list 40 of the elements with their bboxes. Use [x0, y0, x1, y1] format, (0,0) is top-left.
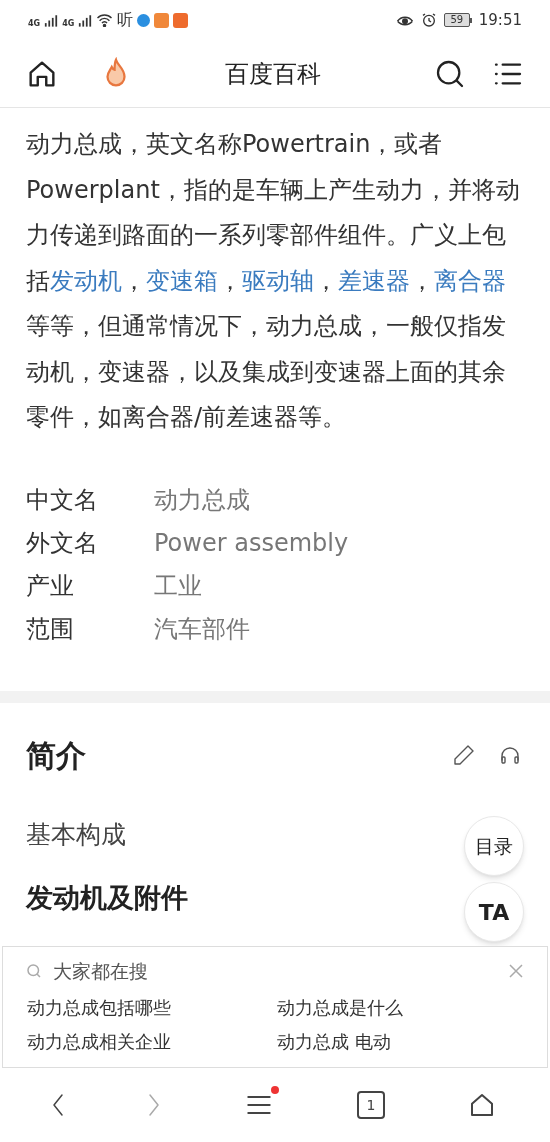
info-value: 汽车部件 — [154, 614, 250, 645]
alarm-icon — [420, 12, 437, 28]
info-label: 中文名 — [26, 485, 99, 516]
floating-button[interactable]: TA — [464, 882, 524, 942]
signal-icon — [44, 13, 59, 27]
search-suggestion[interactable]: 动力总成是什么 — [275, 991, 525, 1025]
outline-item[interactable]: 基本构成 — [26, 815, 126, 853]
section-title: 简介 — [26, 736, 86, 775]
info-label: 外文名 — [26, 528, 99, 559]
app-icon — [154, 12, 170, 28]
search-suggestion[interactable]: 动力总成相关企业 — [25, 1025, 275, 1059]
info-value: Power assembly — [154, 528, 349, 559]
panel-title: 大家都在搜 — [53, 958, 148, 984]
floating-button[interactable]: 目录 — [464, 816, 524, 876]
link[interactable]: 差速器 — [338, 266, 410, 295]
status-text: 听 — [117, 12, 134, 28]
link[interactable]: 变速箱 — [146, 266, 218, 295]
link[interactable]: 发动机 — [50, 266, 122, 295]
link[interactable]: 驱动轴 — [242, 266, 314, 295]
wifi-icon — [96, 13, 114, 27]
network-label: 4G — [28, 18, 41, 30]
back-button[interactable] — [51, 1092, 65, 1118]
page-title: 百度百科 — [224, 58, 322, 90]
network-label: 4G — [62, 18, 75, 30]
info-label: 产业 — [26, 571, 75, 602]
info-label: 范围 — [26, 614, 75, 645]
app-icon — [173, 12, 189, 28]
info-value: 工业 — [154, 571, 202, 602]
search-icon — [25, 962, 43, 980]
search-suggestion[interactable]: 动力总成 电动 — [275, 1025, 525, 1059]
clock: 19:51 — [478, 9, 522, 31]
tabs-button[interactable]: 1 — [357, 1091, 385, 1119]
search-suggestion[interactable]: 动力总成包括哪些 — [25, 991, 275, 1025]
signal-icon — [78, 13, 93, 27]
info-value: 动力总成 — [154, 485, 250, 516]
summary-paragraph: 动力总成，英文名称Powertrain，或者Powerplant，指的是车辆上产生动力，并将动力传递到路面的一系列零部件组件。广义上包括发动机，变速箱，驱动轴，差速器，离合器 等等，但通常情况下，动力总成，一般仅指发动机，变速器，以及集成到变速器上面的其余零件，如离合器/前差速器等。 — [25, 129, 521, 433]
section-heading: 发动机及附件 — [26, 881, 188, 915]
battery-indicator: 59 — [443, 13, 472, 27]
link[interactable]: 离合器 — [434, 266, 506, 295]
app-icon — [137, 13, 151, 27]
